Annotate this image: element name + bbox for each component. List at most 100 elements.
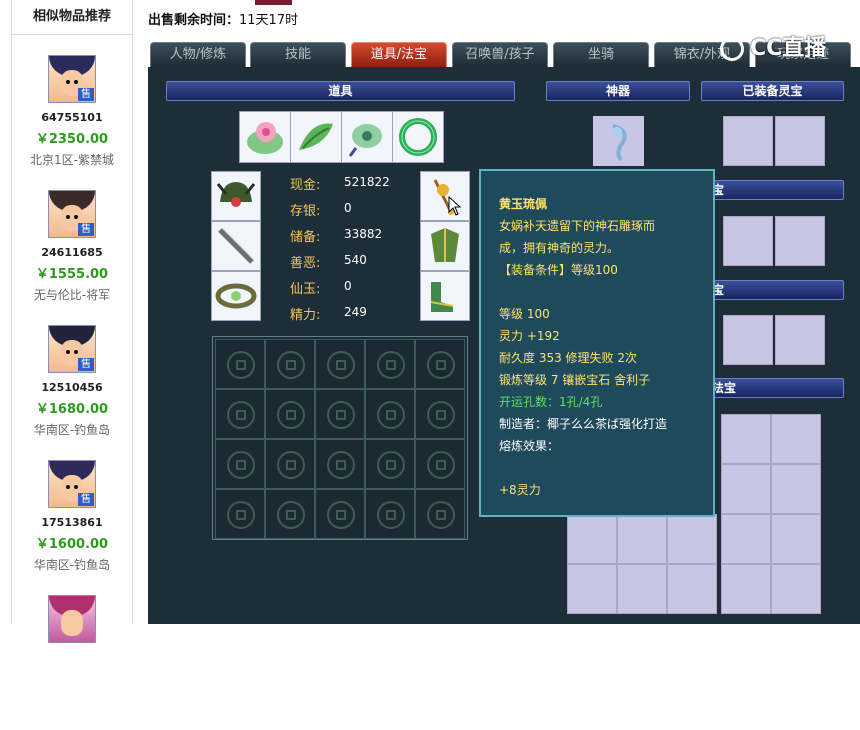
tab-character[interactable]: 人物/修炼 bbox=[150, 42, 246, 68]
inventory-slot[interactable] bbox=[265, 389, 315, 439]
equip-slot-necklace[interactable] bbox=[420, 171, 470, 221]
inventory-slot[interactable] bbox=[215, 339, 265, 389]
equip-slot-boots[interactable] bbox=[420, 271, 470, 321]
mouse-cursor-icon bbox=[448, 196, 462, 216]
tab-mounts[interactable]: 坐骑 bbox=[553, 42, 649, 68]
belt-icon bbox=[215, 283, 257, 309]
inventory-slot[interactable] bbox=[365, 439, 415, 489]
treasure-slot[interactable] bbox=[775, 315, 825, 365]
treasure-slot[interactable] bbox=[771, 514, 821, 564]
inventory-slot[interactable] bbox=[315, 439, 365, 489]
item-slot[interactable] bbox=[341, 111, 393, 163]
treasure-slot[interactable] bbox=[723, 315, 773, 365]
inventory-slot[interactable] bbox=[415, 439, 465, 489]
treasure-slot[interactable] bbox=[567, 564, 617, 614]
inventory-slot[interactable] bbox=[265, 489, 315, 539]
logo-icon bbox=[720, 37, 744, 61]
stat-label-energy: 精力: bbox=[290, 308, 321, 323]
avatar[interactable]: 售 bbox=[48, 190, 96, 238]
inventory-slot[interactable] bbox=[315, 489, 365, 539]
inventory-slot[interactable] bbox=[365, 339, 415, 389]
inventory-slot[interactable] bbox=[415, 339, 465, 389]
avatar[interactable]: 售 bbox=[48, 460, 96, 508]
treasure-slot[interactable] bbox=[771, 414, 821, 464]
artifact-slot[interactable] bbox=[593, 116, 644, 166]
avatar[interactable]: 售 bbox=[48, 325, 96, 373]
treasure-slot[interactable] bbox=[775, 116, 825, 166]
jade-pendant-icon bbox=[348, 124, 382, 157]
equipped-treasure-header: 已装备灵宝 bbox=[701, 81, 844, 101]
treasure-slot[interactable] bbox=[721, 464, 771, 514]
treasure-slot[interactable] bbox=[721, 514, 771, 564]
treasure-slot[interactable] bbox=[567, 514, 617, 564]
equip-slot-armor[interactable] bbox=[420, 221, 470, 271]
inventory-slot[interactable] bbox=[415, 489, 465, 539]
sidebar-item[interactable]: 售 24611685 ￥1555.00 无与伦比-将军 bbox=[12, 190, 132, 325]
inventory-slot[interactable] bbox=[365, 489, 415, 539]
tooltip-melt-bonus: +8灵力 bbox=[499, 483, 541, 497]
item-slot[interactable] bbox=[290, 111, 342, 163]
stat-value-energy: 249 bbox=[344, 305, 367, 319]
treasure-slot[interactable] bbox=[667, 564, 717, 614]
stat-label-reserve: 储备: bbox=[290, 230, 321, 245]
artifact-icon bbox=[612, 124, 627, 162]
sidebar-item[interactable] bbox=[12, 595, 132, 730]
inventory-slot[interactable] bbox=[415, 389, 465, 439]
equip-slot-helmet[interactable] bbox=[211, 171, 261, 221]
item-slot[interactable] bbox=[239, 111, 291, 163]
item-server: 华南区-钓鱼岛 bbox=[33, 423, 111, 437]
item-price: ￥2350.00 bbox=[35, 132, 109, 147]
treasure-header-3: 宝 bbox=[701, 280, 844, 300]
item-id: 64755101 bbox=[41, 111, 103, 124]
tooltip-requirement: 【装备条件】等级100 bbox=[499, 263, 618, 277]
tooltip-item-name: 黄玉琉佩 bbox=[499, 197, 548, 211]
watermark-logo: CC直播 bbox=[718, 34, 858, 64]
tab-skills[interactable]: 技能 bbox=[250, 42, 346, 68]
treasure-slot[interactable] bbox=[771, 464, 821, 514]
inventory-slot[interactable] bbox=[265, 339, 315, 389]
tooltip-forge: 锻炼等级 7 镶嵌宝石 舍利子 bbox=[499, 373, 651, 387]
inventory-grid bbox=[212, 336, 468, 540]
treasure-slot[interactable] bbox=[721, 414, 771, 464]
inventory-slot[interactable] bbox=[215, 439, 265, 489]
tooltip-durability: 耐久度 353 修理失败 2次 bbox=[499, 351, 637, 365]
tab-pets[interactable]: 召唤兽/孩子 bbox=[452, 42, 548, 68]
sale-time-label: 出售剩余时间： bbox=[148, 13, 240, 28]
treasure-slot[interactable] bbox=[667, 514, 717, 564]
inventory-slot[interactable] bbox=[215, 389, 265, 439]
sale-tag: 售 bbox=[78, 88, 94, 101]
treasure-slot[interactable] bbox=[721, 564, 771, 614]
inventory-slot[interactable] bbox=[315, 339, 365, 389]
avatar[interactable] bbox=[48, 595, 96, 643]
treasure-slot[interactable] bbox=[723, 116, 773, 166]
sidebar-item[interactable]: 售 12510456 ￥1680.00 华南区-钓鱼岛 bbox=[12, 325, 132, 460]
equip-slot-belt[interactable] bbox=[211, 271, 261, 321]
sidebar-item[interactable]: 售 17513861 ￥1600.00 华南区-钓鱼岛 bbox=[12, 460, 132, 595]
treasure-slot[interactable] bbox=[775, 216, 825, 266]
stat-label-karma: 善恶: bbox=[290, 256, 321, 271]
inventory-slot[interactable] bbox=[365, 389, 415, 439]
item-slot[interactable] bbox=[392, 111, 444, 163]
sale-tag: 售 bbox=[78, 493, 94, 506]
sale-remaining-time: 出售剩余时间：11天17时 bbox=[148, 9, 298, 28]
stat-label-jade: 仙玉: bbox=[290, 282, 321, 297]
tooltip-desc-line1: 女娲补天遗留下的神石雕琢而 bbox=[499, 219, 656, 233]
treasure-slot[interactable] bbox=[617, 564, 667, 614]
stat-value-deposit: 0 bbox=[344, 201, 352, 215]
top-accent bbox=[255, 0, 292, 5]
stat-value-karma: 540 bbox=[344, 253, 367, 267]
treasure-slot[interactable] bbox=[617, 514, 667, 564]
equip-slot-weapon[interactable] bbox=[211, 221, 261, 271]
treasure-slot[interactable] bbox=[723, 216, 773, 266]
tab-items[interactable]: 道具/法宝 bbox=[351, 42, 447, 68]
inventory-slot[interactable] bbox=[265, 439, 315, 489]
inventory-slot[interactable] bbox=[215, 489, 265, 539]
treasure-slot[interactable] bbox=[771, 564, 821, 614]
tooltip-holes: 开运孔数：1孔/4孔 bbox=[499, 395, 603, 409]
sidebar-item[interactable]: 售 64755101 ￥2350.00 北京1区-紫禁城 bbox=[12, 55, 132, 190]
item-id: 24611685 bbox=[41, 246, 103, 259]
treasure-header-4: 法宝 bbox=[701, 378, 844, 398]
sale-tag: 售 bbox=[78, 223, 94, 236]
inventory-slot[interactable] bbox=[315, 389, 365, 439]
avatar[interactable]: 售 bbox=[48, 55, 96, 103]
